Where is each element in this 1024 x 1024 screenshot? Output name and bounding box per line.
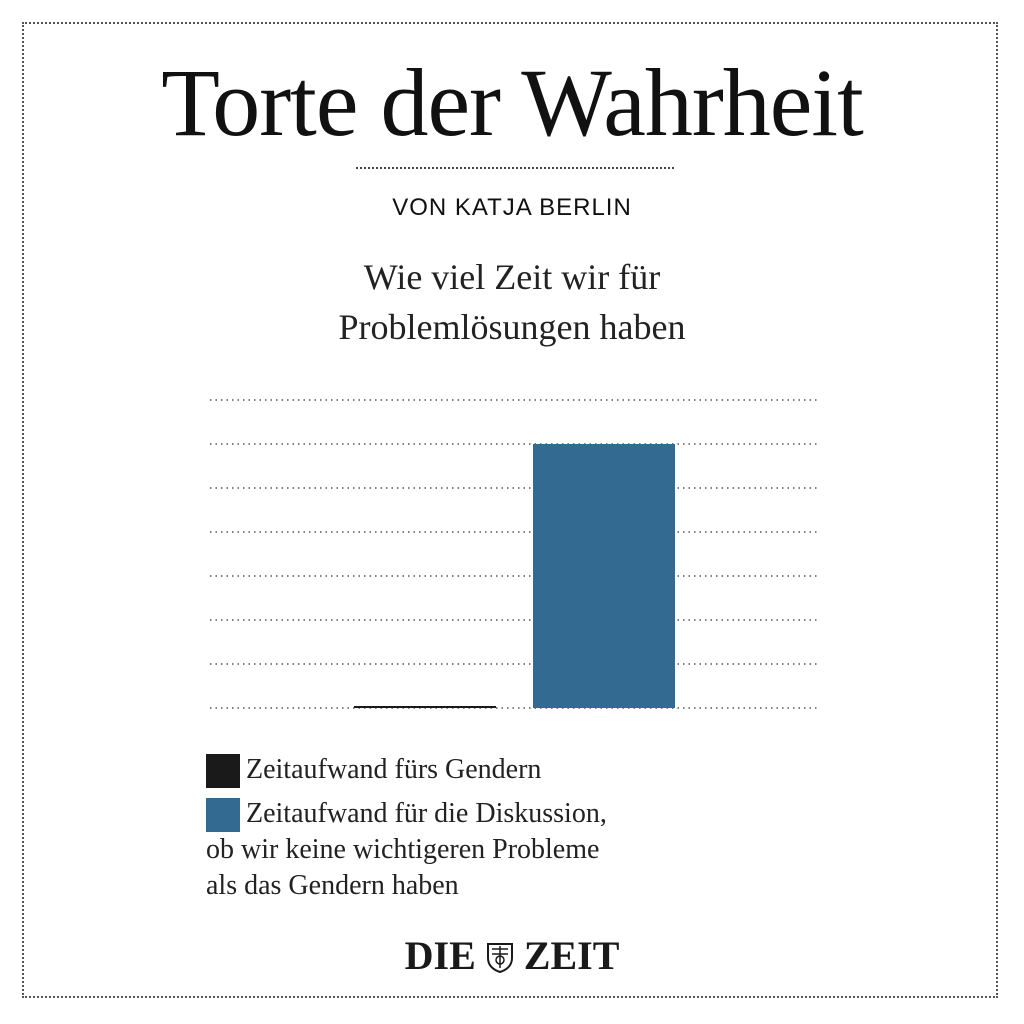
bar-2 [533,444,675,708]
legend-label: Zeitaufwand fürs Gendern [246,752,541,788]
die-zeit-logo: DIE ZEIT [0,932,1024,979]
legend-line: als das Gendern haben [206,870,459,901]
chart-title: Wie viel Zeit wir für Problemlösungen ha… [0,252,1024,352]
legend-line: Zeitaufwand fürs Gendern [246,754,542,785]
bar-1 [354,706,496,708]
legend-line: Zeitaufwand für die Diskussion, [246,798,607,829]
legend-label: Zeitaufwand für die Diskussion, ob wir k… [206,796,607,904]
chart-title-line-2: Problemlösungen haben [338,307,686,347]
bar-chart [210,399,820,709]
page-title: Torte der Wahrheit [161,49,863,156]
logo-text-left: DIE [404,933,476,978]
title-divider [356,167,674,169]
crest-icon [486,942,513,973]
legend-swatch-blue [206,798,240,832]
logo-text-right: ZEIT [523,933,620,978]
legend-item-gendern: Zeitaufwand fürs Gendern [206,752,607,788]
legend: Zeitaufwand fürs Gendern Zeitaufwand für… [206,752,607,912]
legend-item-diskussion: Zeitaufwand für die Diskussion, ob wir k… [206,796,607,904]
legend-swatch-black [206,754,240,788]
chart-title-line-1: Wie viel Zeit wir für [363,257,661,297]
legend-line: ob wir keine wichtigeren Probleme [206,834,600,865]
byline: VON KATJA BERLIN [392,194,632,221]
